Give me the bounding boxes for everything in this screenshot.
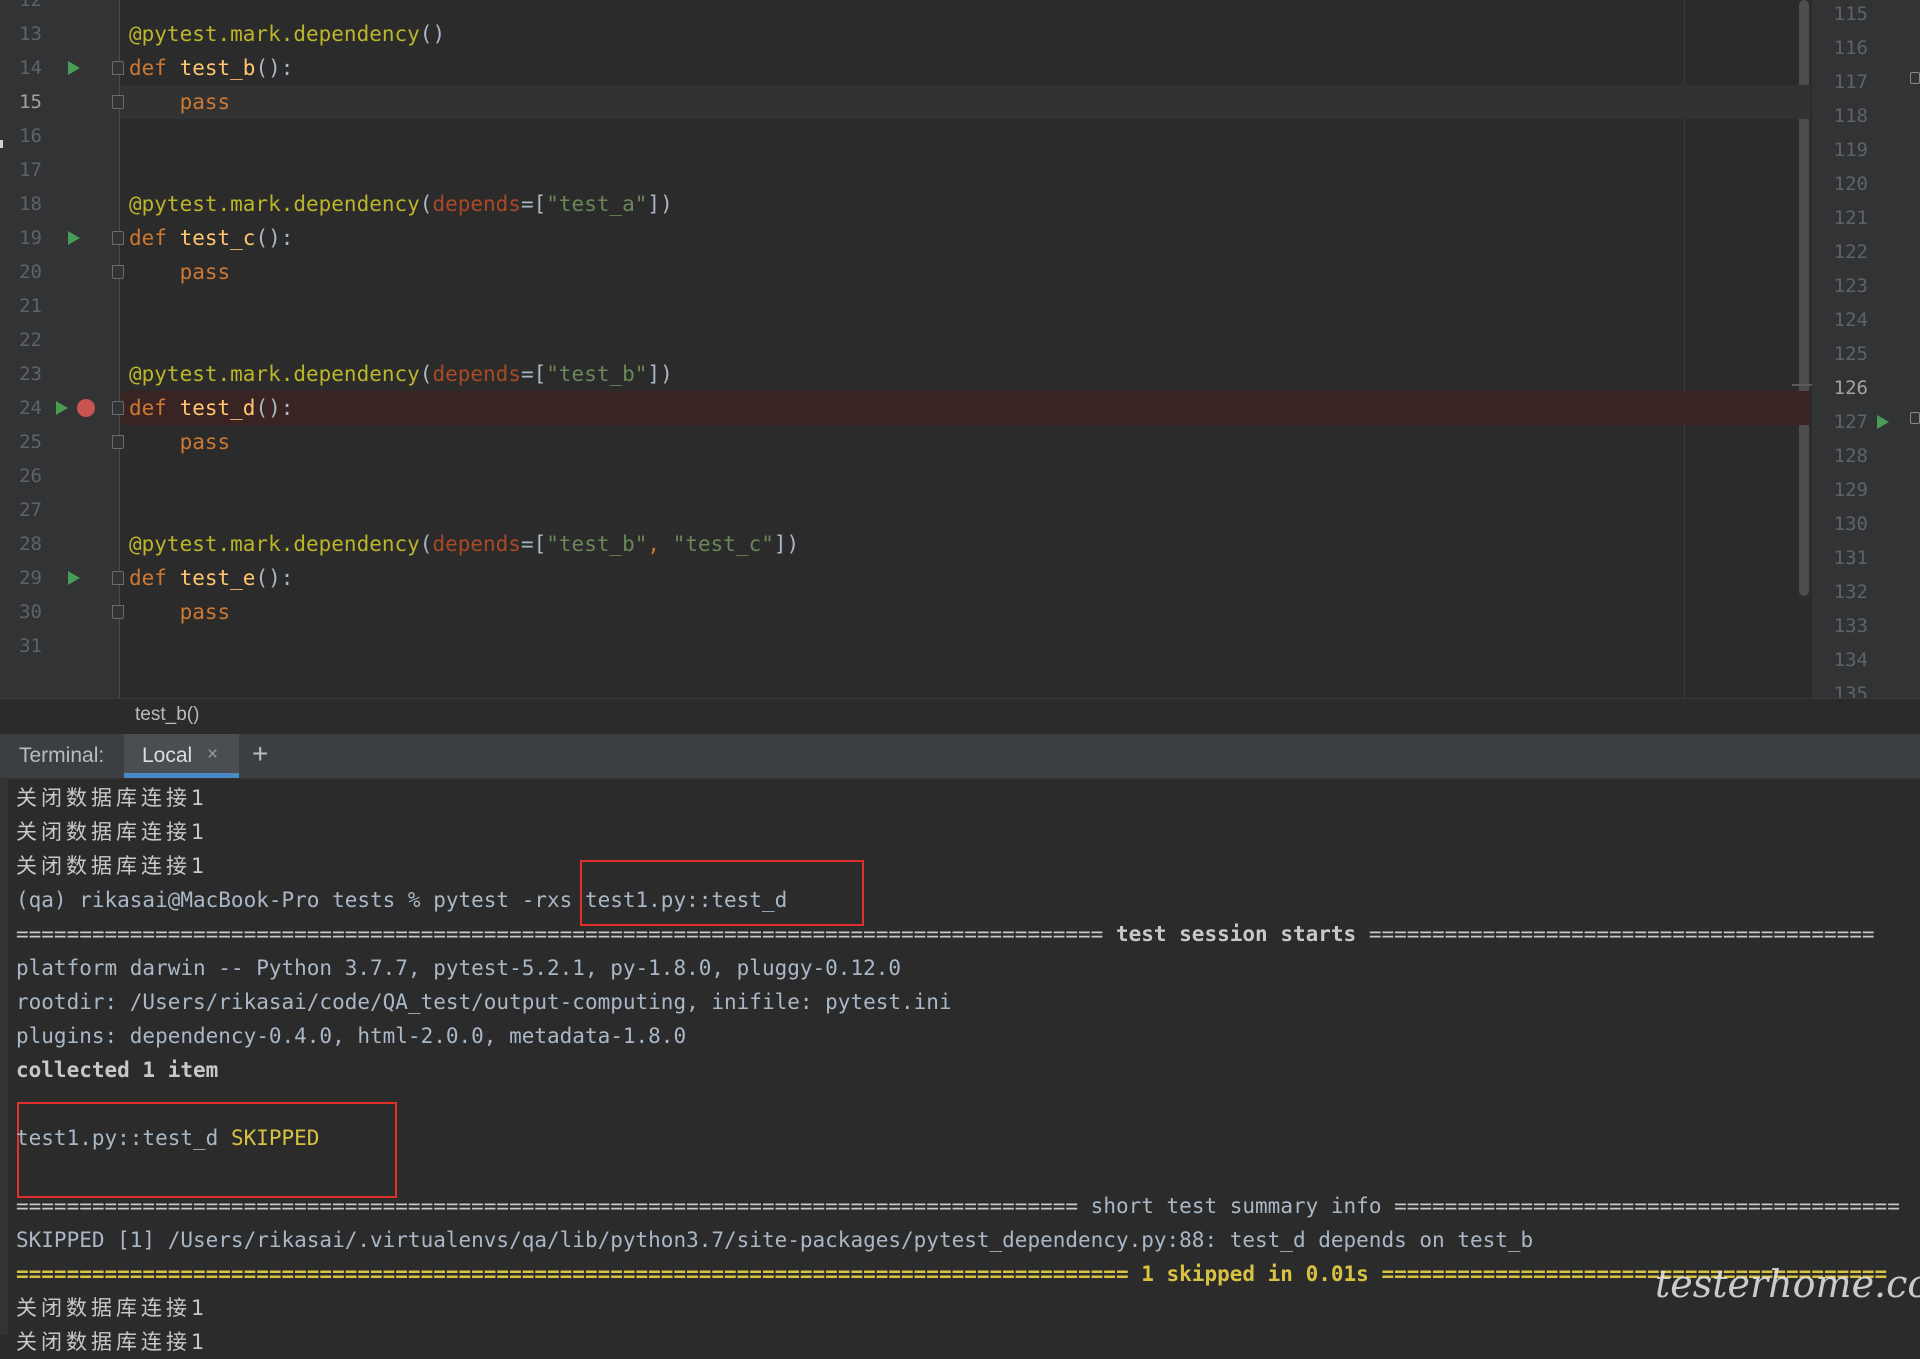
- run-test-icon[interactable]: [56, 401, 68, 415]
- fold-marker-icon[interactable]: [112, 435, 124, 449]
- terminal-line: ========================================…: [16, 922, 1875, 946]
- terminal-line: (qa) rikasai@MacBook-Pro tests % pytest …: [16, 888, 788, 912]
- fold-marker-icon[interactable]: [1910, 412, 1920, 424]
- line-number: 28: [19, 533, 42, 555]
- diff-line-number: 126: [1833, 377, 1868, 399]
- terminal-line: 关闭数据库连接1: [16, 1330, 209, 1354]
- line-number: 20: [19, 261, 42, 283]
- diff-line-number: 125: [1833, 343, 1868, 365]
- breadcrumb[interactable]: test_b(): [0, 698, 1920, 735]
- line-number: 16: [19, 125, 42, 147]
- code-line: def test_d():: [129, 396, 294, 420]
- run-test-icon[interactable]: [68, 231, 80, 245]
- breakpoint-line-highlight: [120, 391, 1810, 425]
- diff-line-number: 124: [1833, 309, 1868, 331]
- line-number: 18: [19, 193, 42, 215]
- watermark-logo: testerhome.com: [1655, 1262, 1920, 1306]
- terminal-tab-bar: Terminal: Local × +: [0, 734, 1920, 779]
- code-line: @pytest.mark.dependency(depends=["test_a…: [129, 192, 673, 216]
- line-number: 15: [19, 91, 42, 113]
- add-terminal-button[interactable]: +: [252, 738, 268, 770]
- fold-marker-icon[interactable]: [112, 61, 124, 75]
- diff-line-number: 120: [1833, 173, 1868, 195]
- diff-line-number: 119: [1833, 139, 1868, 161]
- diff-line-number: 117: [1833, 71, 1868, 93]
- fold-marker-icon[interactable]: [112, 605, 124, 619]
- diff-line-number: 115: [1833, 3, 1868, 25]
- terminal-line: ========================================…: [16, 1194, 1900, 1218]
- terminal-line: rootdir: /Users/rikasai/code/QA_test/out…: [16, 990, 952, 1014]
- code-editor[interactable]: 12 13 @pytest.mark.dependency() 14 def test_…: [0, 0, 1920, 698]
- terminal-line: 关闭数据库连接1: [16, 786, 209, 810]
- diff-line-number: 128: [1833, 445, 1868, 467]
- fold-marker-icon[interactable]: [112, 265, 124, 279]
- code-line: pass: [179, 430, 231, 454]
- diff-line-number: 129: [1833, 479, 1868, 501]
- terminal-line: SKIPPED [1] /Users/rikasai/.virtualenvs/…: [16, 1228, 1534, 1252]
- run-test-icon[interactable]: [1877, 415, 1889, 429]
- diff-line-number: 134: [1833, 649, 1868, 671]
- diff-line-number: 135: [1833, 683, 1868, 698]
- fold-marker-icon[interactable]: [112, 231, 124, 245]
- diff-line-number: 130: [1833, 513, 1868, 535]
- diff-line-number: 123: [1833, 275, 1868, 297]
- terminal-line: plugins: dependency-0.4.0, html-2.0.0, m…: [16, 1024, 687, 1048]
- line-number: 19: [19, 227, 42, 249]
- code-line: def test_e():: [129, 566, 294, 590]
- fold-marker-icon[interactable]: [112, 95, 124, 109]
- line-number: 29: [19, 567, 42, 589]
- terminal-line: platform darwin -- Python 3.7.7, pytest-…: [16, 956, 902, 980]
- terminal-line: collected 1 item: [16, 1058, 219, 1082]
- terminal-line: 关闭数据库连接1: [16, 820, 209, 844]
- code-line: @pytest.mark.dependency(): [129, 22, 446, 46]
- line-number: 13: [19, 23, 42, 45]
- terminal-line: ========================================…: [16, 1262, 1888, 1286]
- terminal-line: test1.py::test_d SKIPPED: [16, 1126, 320, 1150]
- terminal-line: 关闭数据库连接1: [16, 854, 209, 878]
- line-number: 24: [19, 397, 42, 419]
- diff-line-number: 133: [1833, 615, 1868, 637]
- breadcrumb-function[interactable]: test_b(): [135, 704, 199, 726]
- line-number: 31: [19, 635, 42, 657]
- breakpoint-icon[interactable]: [77, 399, 95, 417]
- current-line-highlight: [120, 85, 1810, 119]
- line-number: 26: [19, 465, 42, 487]
- editor-left-strip: [0, 0, 8, 698]
- line-number: 27: [19, 499, 42, 521]
- line-number: 22: [19, 329, 42, 351]
- line-number: 30: [19, 601, 42, 623]
- code-line: pass: [179, 260, 231, 284]
- fold-marker-icon[interactable]: [112, 571, 124, 585]
- fold-marker-icon[interactable]: [1910, 72, 1920, 84]
- terminal-panel[interactable]: Terminal: Local × + 关闭数据库连接1 关闭数据库连接1 关闭数据…: [0, 734, 1920, 1354]
- line-number: 12: [19, 0, 42, 11]
- code-line: @pytest.mark.dependency(depends=["test_b…: [129, 532, 800, 556]
- terminal-line: 关闭数据库连接1: [16, 1296, 209, 1320]
- diff-line-number: 132: [1833, 581, 1868, 603]
- close-icon[interactable]: ×: [207, 744, 218, 766]
- run-test-icon[interactable]: [68, 61, 80, 75]
- run-test-icon[interactable]: [68, 571, 80, 585]
- diff-line-number: 127: [1833, 411, 1868, 433]
- code-line: def test_b():: [129, 56, 294, 80]
- fold-marker-icon[interactable]: [112, 401, 124, 415]
- terminal-title: Terminal:: [19, 744, 105, 767]
- diff-line-number: 122: [1833, 241, 1868, 263]
- diff-line-number: 131: [1833, 547, 1868, 569]
- line-number: 14: [19, 57, 42, 79]
- tab-local-label[interactable]: Local: [142, 744, 192, 768]
- code-line: def test_c():: [129, 226, 294, 250]
- code-line: pass: [179, 90, 231, 114]
- line-number: 21: [19, 295, 42, 317]
- line-number: 17: [19, 159, 42, 181]
- line-number: 23: [19, 363, 42, 385]
- diff-line-number: 121: [1833, 207, 1868, 229]
- diff-line-number: 116: [1833, 37, 1868, 59]
- code-line: @pytest.mark.dependency(depends=["test_b…: [129, 362, 673, 386]
- line-number: 25: [19, 431, 42, 453]
- code-line: pass: [179, 600, 231, 624]
- diff-line-number: 118: [1833, 105, 1868, 127]
